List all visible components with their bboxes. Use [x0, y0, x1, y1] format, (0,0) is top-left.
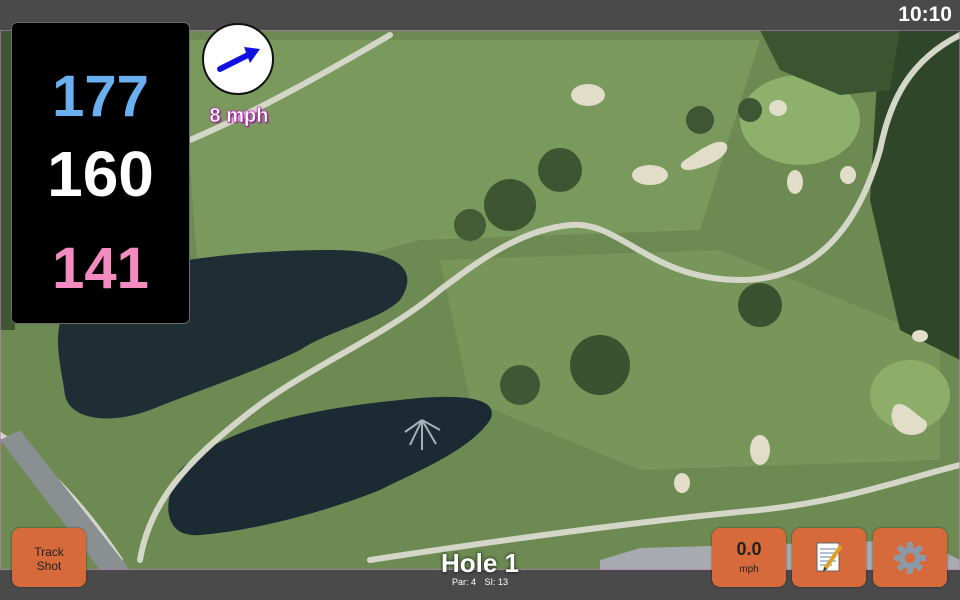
hole-info: Par: 4 SI: 13: [380, 577, 580, 587]
gear-icon: [894, 542, 926, 574]
track-shot-label-line1: Track: [34, 545, 64, 559]
hole-par: Par: 4: [451, 577, 476, 587]
hole-title: Hole 1: [440, 548, 520, 578]
track-shot-label-line2: Shot: [36, 559, 62, 573]
clock: 10:10: [898, 3, 952, 26]
distance-middle: 160: [47, 138, 154, 210]
hole-stroke-index: SI: 13: [484, 577, 509, 587]
notes-button[interactable]: [792, 528, 866, 587]
shot-speed-button[interactable]: 0.0 mph: [712, 528, 786, 587]
speed-unit: mph: [739, 564, 759, 575]
settings-button[interactable]: [873, 528, 947, 587]
distance-back: 177: [52, 64, 149, 129]
wind-direction-arrow-icon: [217, 47, 260, 72]
distance-panel: 177 160 141: [11, 22, 190, 324]
distance-front: 141: [52, 236, 149, 301]
speed-value: 0.0: [736, 539, 762, 559]
wind-speed-label: 8 mph: [209, 105, 269, 128]
track-shot-button[interactable]: Track Shot: [12, 528, 86, 587]
notepad-icon: [816, 542, 843, 572]
wind-indicator[interactable]: [202, 23, 274, 95]
